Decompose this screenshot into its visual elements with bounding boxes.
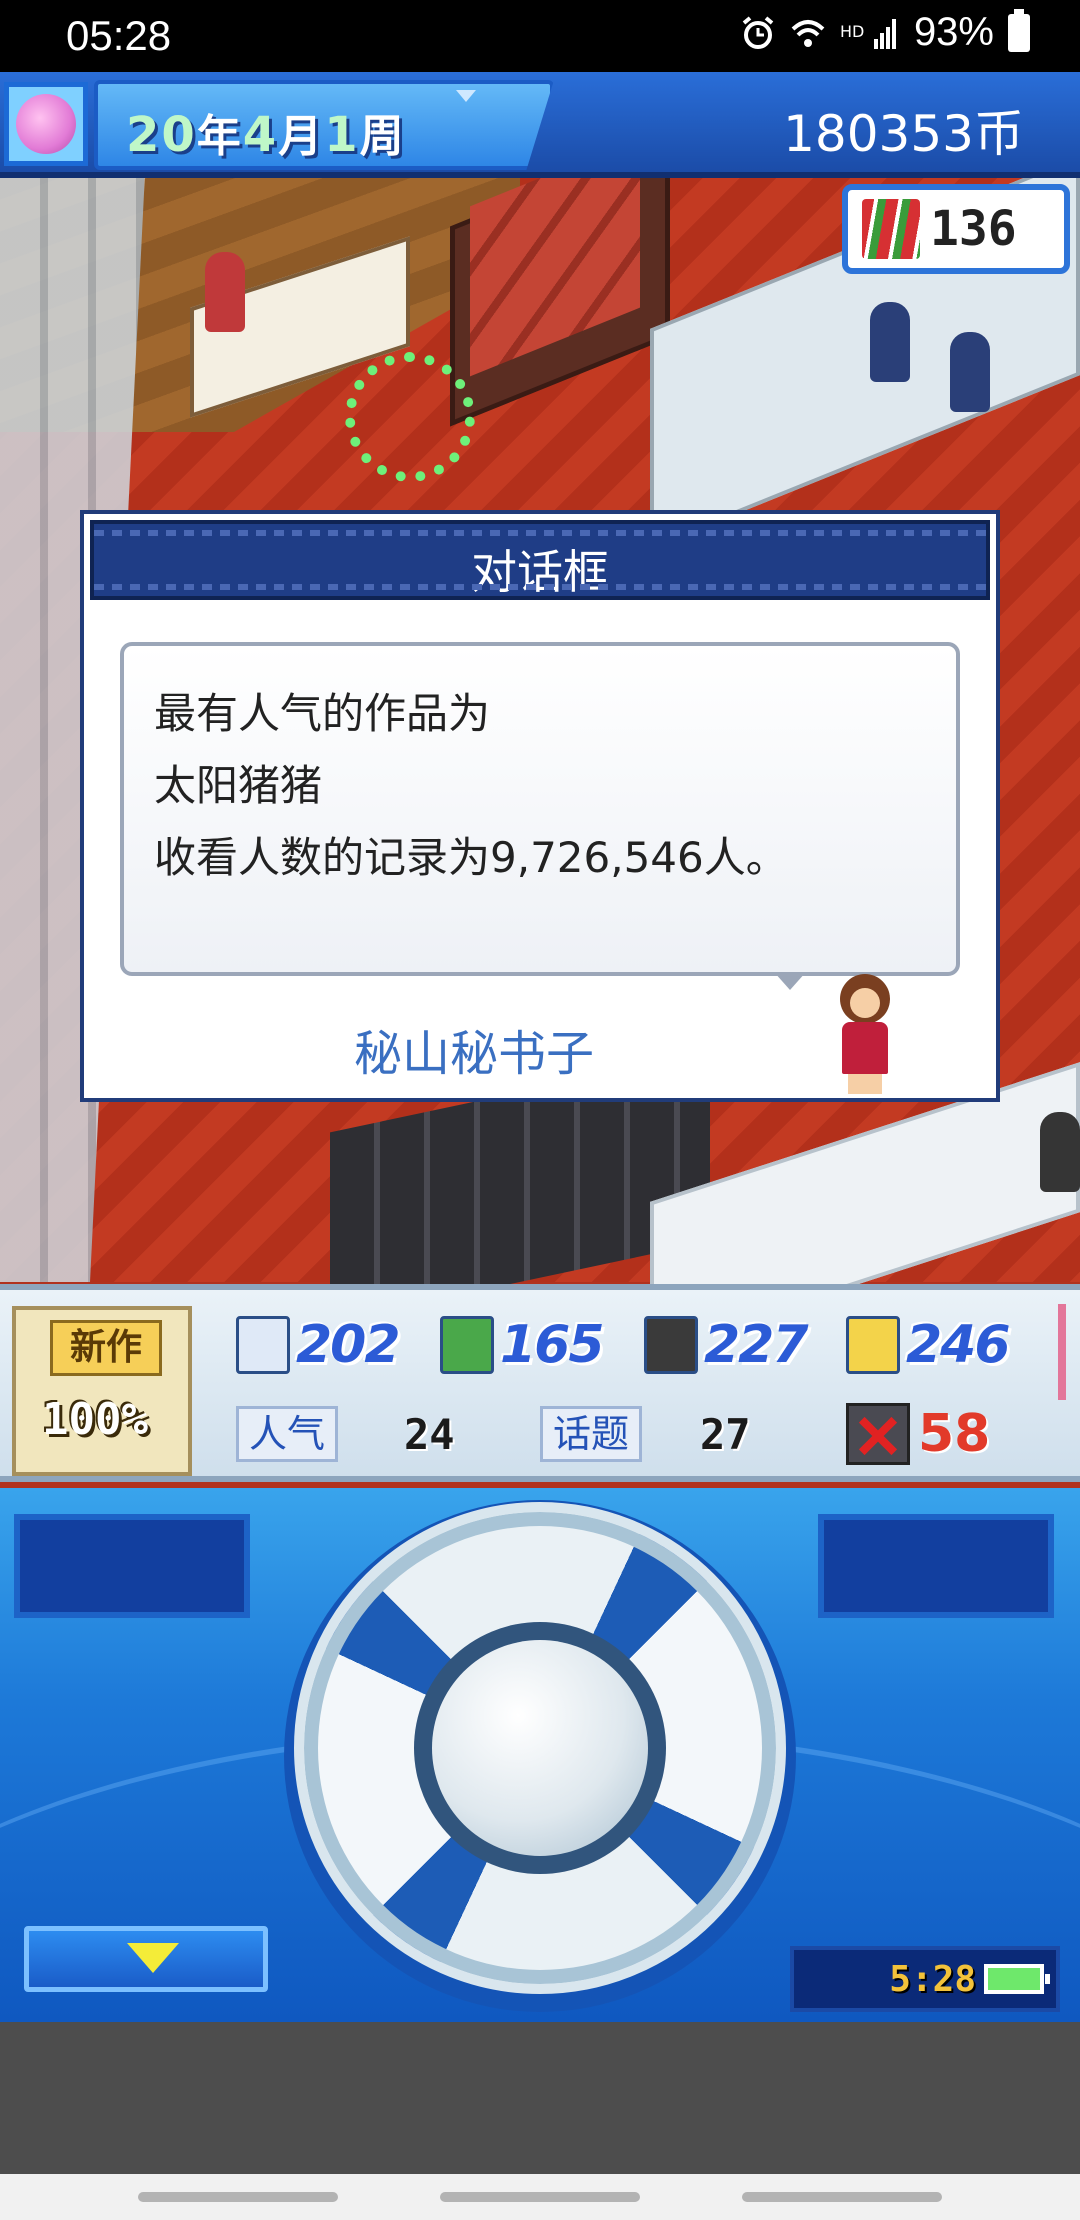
staff-icon: [440, 1316, 494, 1374]
music-note-icon: [846, 1316, 900, 1374]
date-text: 20年4月1周: [126, 100, 406, 164]
staff-character: [205, 252, 245, 332]
date-dropdown-icon[interactable]: [456, 90, 476, 102]
stat-music: 246: [846, 1312, 1011, 1378]
letterbox-bar: [0, 2022, 1080, 2174]
topic-stat: 话题: [540, 1404, 643, 1464]
stat-camera-value: 227: [704, 1315, 809, 1375]
new-work-progress: 100%: [42, 1394, 148, 1445]
stats-scroll-indicator: [1058, 1304, 1066, 1400]
system-nav-bar: [0, 2174, 1080, 2220]
wifi-icon: [791, 19, 825, 47]
topic-value-wrap: 27: [700, 1404, 751, 1464]
new-work-label: 新作: [50, 1320, 162, 1376]
svg-text:HD: HD: [840, 22, 864, 41]
fans-count: 136: [930, 201, 1017, 257]
date-year-unit: 年: [196, 111, 243, 162]
secretary-avatar: [828, 974, 902, 1094]
dial-center-button[interactable]: [432, 1640, 648, 1856]
top-hud: 20年4月1周 180353币: [0, 72, 1080, 178]
status-icons: HD 93%: [740, 8, 1030, 55]
sparkle-effect-icon: [345, 352, 475, 482]
season-tree-icon[interactable]: [4, 82, 88, 166]
clock-time: 5:28: [889, 1958, 976, 2000]
popularity-stat: 人气: [236, 1404, 339, 1464]
stat-script: 202: [236, 1312, 401, 1378]
hd-4g-signal-icon: HD: [840, 18, 896, 49]
nav-recents-button[interactable]: [138, 2192, 338, 2202]
secretary-body: [842, 1022, 888, 1074]
left-soft-button[interactable]: [14, 1514, 250, 1618]
message-line: 太阳猪猪: [154, 761, 323, 810]
stat-music-value: 246: [906, 1315, 1011, 1375]
dialog-box[interactable]: 对话框 最有人气的作品为 太阳猪猪 收看人数的记录为9,726,546人。 秘山…: [80, 510, 1000, 1102]
battery-icon: [984, 1964, 1050, 1994]
bugs-value: 58: [918, 1404, 991, 1464]
battery-icon: [1008, 8, 1030, 52]
dialog-message: 最有人气的作品为 太阳猪猪 收看人数的记录为9,726,546人。: [120, 642, 960, 976]
stat-camera: 227: [644, 1312, 809, 1378]
alarm-icon: [742, 15, 774, 49]
new-work-card[interactable]: 新作 100%: [12, 1306, 192, 1476]
staff-character: [870, 302, 910, 382]
chevron-down-icon: [127, 1943, 179, 1973]
date-month-unit: 月: [278, 111, 325, 162]
message-line: 最有人气的作品为: [154, 689, 491, 738]
secretary-face: [850, 988, 880, 1018]
cherry-blossom-icon: [16, 94, 76, 154]
popularity-value: 24: [404, 1409, 455, 1459]
date-year: 20: [126, 107, 197, 163]
secretary-legs: [848, 1074, 882, 1094]
message-line: 收看人数的记录为9,726,546人。: [154, 833, 788, 882]
bugs-stat: 58: [846, 1403, 991, 1465]
topic-value: 27: [700, 1409, 751, 1459]
status-time: 05:28: [66, 12, 172, 59]
popularity-value-wrap: 24: [404, 1404, 455, 1464]
stat-staff-value: 165: [500, 1315, 605, 1375]
collapse-button[interactable]: [24, 1926, 268, 1992]
dialog-header: 对话框: [90, 520, 990, 600]
stat-staff: 165: [440, 1312, 605, 1378]
battery-percent: 93%: [913, 10, 994, 54]
coin-balance: 180353币: [783, 105, 1024, 163]
staff-character: [950, 332, 990, 412]
date-week: 1: [324, 107, 360, 163]
speaker-name: 秘山秘书子: [353, 1026, 594, 1082]
script-icon: [236, 1316, 290, 1374]
fans-books-icon: [862, 199, 920, 259]
status-bar: 05:28 HD 93%: [0, 0, 1080, 72]
staff-character: [1040, 1112, 1080, 1192]
date-month: 4: [242, 107, 279, 163]
bug-x-icon: [846, 1403, 910, 1465]
speech-tail: [774, 972, 806, 990]
game-stats-panel[interactable]: 新作 100% 202 165 227 246 人气 24 话题 27 58: [0, 1284, 1080, 1482]
controller-panel: 5:28: [0, 1488, 1080, 2022]
right-soft-button[interactable]: [818, 1514, 1054, 1618]
game-clock: 5:28: [790, 1946, 1060, 2012]
camera-icon: [644, 1316, 698, 1374]
popularity-label: 人气: [236, 1406, 339, 1462]
fans-badge[interactable]: 136: [842, 184, 1070, 274]
date-week-unit: 周: [359, 111, 406, 162]
stat-script-value: 202: [296, 1315, 401, 1375]
date-display[interactable]: 20年4月1周: [94, 80, 554, 170]
nav-home-button[interactable]: [440, 2192, 640, 2202]
dialog-title: 对话框: [471, 545, 609, 599]
topic-label: 话题: [540, 1406, 643, 1462]
nav-back-button[interactable]: [742, 2192, 942, 2202]
